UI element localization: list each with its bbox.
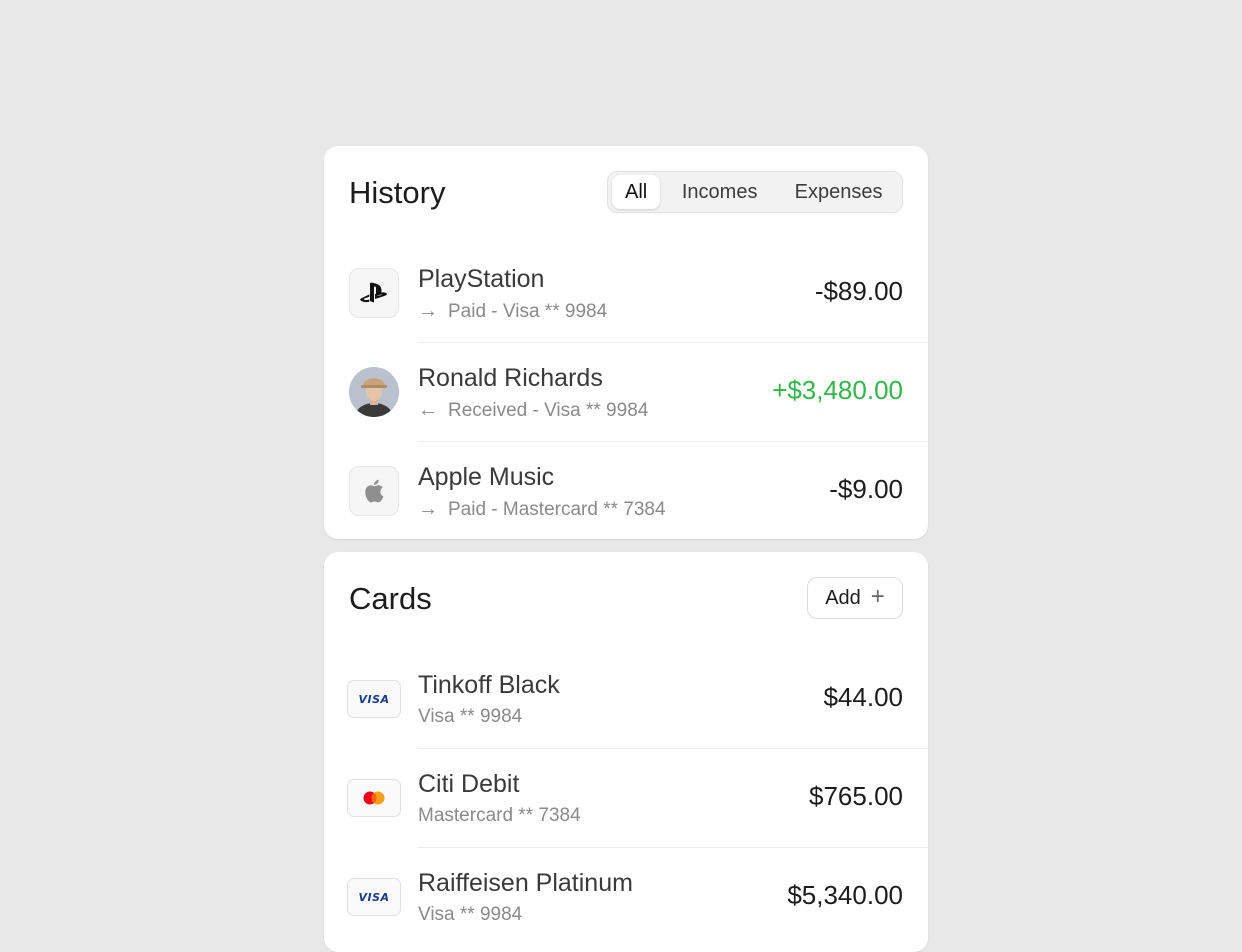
transaction-detail-row: ← Received - Visa ** 9984	[418, 399, 648, 422]
card-row-raiffeisen-platinum[interactable]: VISA Raiffeisen Platinum Visa ** 9984 $5…	[324, 848, 928, 947]
history-filter-tabs: All Incomes Expenses	[607, 171, 903, 213]
card-detail: Mastercard ** 7384	[418, 805, 581, 826]
card-name: Citi Debit	[418, 770, 520, 798]
transaction-amount: +$3,480.00	[772, 375, 903, 405]
transaction-detail: Paid - Visa ** 9984	[448, 300, 608, 322]
card-row-tinkoff-black[interactable]: VISA Tinkoff Black Visa ** 9984 $44.00	[324, 650, 928, 749]
transaction-detail-row: → Paid - Visa ** 9984	[418, 300, 607, 323]
card-balance: $5,340.00	[787, 880, 903, 910]
card-name: Tinkoff Black	[418, 671, 560, 699]
visa-icon: VISA	[347, 680, 401, 718]
visa-logo-text: VISA	[358, 890, 390, 904]
playstation-icon	[349, 268, 399, 318]
card-balance: $765.00	[809, 781, 903, 811]
transaction-detail-row: → Paid - Mastercard ** 7384	[418, 498, 666, 521]
apple-icon	[349, 466, 399, 516]
history-title: History	[349, 175, 446, 210]
cards-title: Cards	[349, 581, 432, 616]
plus-icon: +	[870, 583, 885, 610]
transaction-row-ronald-richards[interactable]: Ronald Richards ← Received - Visa ** 998…	[324, 343, 928, 442]
transaction-amount: -$89.00	[814, 276, 903, 306]
transaction-amount: -$9.00	[829, 474, 903, 504]
arrow-left-icon: ←	[418, 399, 438, 421]
transaction-row-playstation[interactable]: PlayStation → Paid - Visa ** 9984 -$89.0…	[324, 244, 928, 343]
arrow-right-icon: →	[418, 300, 438, 322]
transaction-name: Apple Music	[418, 463, 555, 491]
tab-all[interactable]: All	[612, 175, 661, 209]
transaction-name: PlayStation	[418, 265, 545, 293]
card-detail: Visa ** 9984	[418, 904, 523, 925]
avatar	[349, 367, 399, 417]
cards-panel: Cards Add + VISA Tinkoff Black Visa ** 9…	[324, 552, 928, 952]
add-card-button[interactable]: Add +	[807, 577, 903, 619]
visa-logo-text: VISA	[358, 692, 390, 706]
add-label: Add	[825, 586, 861, 609]
history-panel: History All Incomes Expenses PlayStation…	[324, 146, 928, 539]
transaction-name: Ronald Richards	[418, 364, 603, 392]
card-row-citi-debit[interactable]: Citi Debit Mastercard ** 7384 $765.00	[324, 749, 928, 848]
transaction-detail: Received - Visa ** 9984	[448, 399, 649, 421]
card-balance: $44.00	[823, 682, 903, 712]
mastercard-icon	[347, 779, 401, 817]
visa-icon: VISA	[347, 878, 401, 916]
transaction-detail: Paid - Mastercard ** 7384	[448, 498, 666, 520]
tab-expenses[interactable]: Expenses	[779, 175, 898, 209]
card-name: Raiffeisen Platinum	[418, 869, 633, 897]
tab-incomes[interactable]: Incomes	[660, 175, 779, 209]
card-detail: Visa ** 9984	[418, 706, 523, 727]
transaction-row-apple-music[interactable]: Apple Music → Paid - Mastercard ** 7384 …	[324, 442, 928, 541]
arrow-right-icon: →	[418, 498, 438, 520]
